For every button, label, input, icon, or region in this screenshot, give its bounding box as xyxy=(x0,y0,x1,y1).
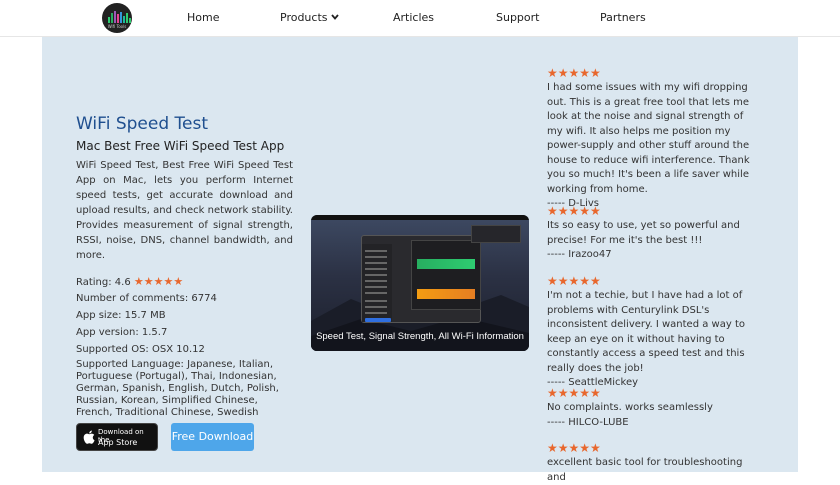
comments-count: Number of comments: 6774 xyxy=(76,293,217,304)
top-nav: Wifi Tools Home Products Articles Suppor… xyxy=(0,0,840,37)
review-stars-icon: ★★★★★ xyxy=(547,441,601,455)
review-stars-icon: ★★★★★ xyxy=(547,386,601,400)
review-stars-icon: ★★★★★ xyxy=(547,204,601,218)
nav-products-label: Products xyxy=(280,11,328,24)
product-description: WiFi Speed Test, Best Free WiFi Speed Te… xyxy=(76,160,293,261)
brand-logo[interactable]: Wifi Tools xyxy=(102,3,132,33)
review-item: ★★★★★ excellent basic tool for troublesh… xyxy=(547,441,762,485)
review-author: ----- Irazoo47 xyxy=(547,249,612,260)
review-text: Its so easy to use, yet so powerful and … xyxy=(547,220,740,246)
download-graph xyxy=(417,259,475,269)
screenshot-sidebar xyxy=(362,244,392,322)
app-screenshot[interactable]: Speed Test, Signal Strength, All Wi-Fi I… xyxy=(311,215,529,351)
review-stars-icon: ★★★★★ xyxy=(547,274,601,288)
nav-products-link[interactable]: Products xyxy=(280,11,339,24)
screenshot-menubar xyxy=(311,215,529,220)
screenshot-speed-panel xyxy=(411,240,481,310)
review-text: I'm not a techie, but I have had a lot o… xyxy=(547,290,745,374)
app-size: App size: 15.7 MB xyxy=(76,310,166,321)
app-version: App version: 1.5.7 xyxy=(76,327,168,338)
app-store-line2: App Store xyxy=(98,438,138,447)
product-subtitle: Mac Best Free WiFi Speed Test App xyxy=(76,139,285,153)
nav-support-link[interactable]: Support xyxy=(496,11,539,24)
rating-label: Rating: 4.6 xyxy=(76,277,131,288)
review-item: ★★★★★ I'm not a techie, but I have had a… xyxy=(547,274,762,391)
supported-os: Supported OS: OSX 10.12 xyxy=(76,344,205,355)
chevron-down-icon xyxy=(330,13,339,23)
screenshot-info-panel xyxy=(471,225,521,243)
nav-partners-link[interactable]: Partners xyxy=(600,11,646,24)
review-stars-icon: ★★★★★ xyxy=(547,66,601,80)
review-item: ★★★★★ I had some issues with my wifi dro… xyxy=(547,66,762,212)
screenshot-caption: Speed Test, Signal Strength, All Wi-Fi I… xyxy=(316,331,524,342)
upload-graph xyxy=(417,289,475,299)
supported-languages: Supported Language: Japanese, Italian, P… xyxy=(76,359,279,418)
free-download-button[interactable]: Free Download xyxy=(171,423,254,451)
apple-icon xyxy=(83,430,95,444)
review-item: ★★★★★ Its so easy to use, yet so powerfu… xyxy=(547,204,762,263)
logo-bars-icon xyxy=(108,11,131,23)
review-text: I had some issues with my wifi dropping … xyxy=(547,82,750,195)
app-store-button[interactable]: Download on the App Store xyxy=(76,423,158,451)
rating-row: Rating: 4.6 ★★★★★ xyxy=(76,275,183,289)
logo-text: Wifi Tools xyxy=(107,24,127,29)
product-title: WiFi Speed Test xyxy=(76,114,208,134)
nav-articles-link[interactable]: Articles xyxy=(393,11,434,24)
review-text: No complaints. works seamlessly xyxy=(547,402,713,413)
review-author: ----- HILCO-LUBE xyxy=(547,416,629,428)
review-item: ★★★★★ No complaints. works seamlessly --… xyxy=(547,386,762,430)
rating-stars-icon: ★★★★★ xyxy=(133,275,184,288)
nav-home-link[interactable]: Home xyxy=(187,11,219,24)
review-text: excellent basic tool for troubleshooting… xyxy=(547,457,743,483)
